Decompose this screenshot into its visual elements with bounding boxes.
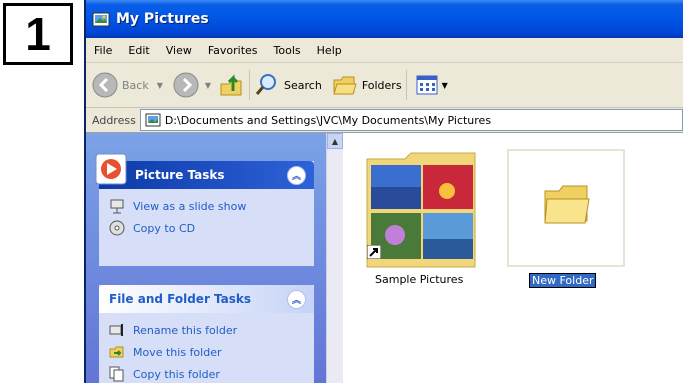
menu-favorites[interactable]: Favorites <box>208 44 258 57</box>
task-copy-label: Copy this folder <box>133 367 220 381</box>
folders-icon <box>332 72 358 98</box>
collapse-chevron-icon[interactable]: ︽ <box>287 166 306 185</box>
views-icon <box>415 74 439 96</box>
collapse-chevron-icon[interactable]: ︽ <box>287 290 306 309</box>
picture-tasks-panel: Picture Tasks ︽ View as a slide show Cop… <box>95 153 314 266</box>
picture-tasks-icon <box>93 151 129 187</box>
task-rename-label: Rename this folder <box>133 323 238 337</box>
folder-label-new-folder[interactable]: New Folder <box>529 273 597 288</box>
menu-edit[interactable]: Edit <box>128 44 149 57</box>
menu-bar: File Edit View Favorites Tools Help <box>86 38 683 63</box>
views-button[interactable]: ▼ <box>415 74 448 96</box>
menu-file[interactable]: File <box>94 44 112 57</box>
back-arrow-icon <box>92 72 118 98</box>
back-dropdown-icon[interactable]: ▼ <box>157 81 163 90</box>
picture-tasks-body: View as a slide show Copy to CD <box>99 189 314 245</box>
file-folder-tasks-title: File and Folder Tasks <box>109 292 252 306</box>
search-button[interactable]: Search <box>254 72 322 98</box>
title-bar[interactable]: My Pictures <box>86 0 683 38</box>
file-folder-tasks-header[interactable]: File and Folder Tasks ︽ <box>99 285 314 313</box>
rename-icon <box>109 322 133 338</box>
window-icon <box>92 11 110 27</box>
address-field[interactable]: D:\Documents and Settings\JVC\My Documen… <box>139 109 683 131</box>
slideshow-icon <box>109 198 133 214</box>
task-copy-folder[interactable]: Copy this folder <box>109 363 304 383</box>
shortcut-arrow-icon <box>367 245 381 259</box>
file-folder-tasks-panel: File and Folder Tasks ︽ Rename this fold… <box>99 285 314 383</box>
file-folder-tasks-body: Rename this folder Move this folder Copy… <box>99 313 314 383</box>
thumbnail-folder-icon <box>365 151 477 269</box>
task-pane: Picture Tasks ︽ View as a slide show Cop… <box>86 133 326 383</box>
task-move-label: Move this folder <box>133 345 222 359</box>
up-folder-button[interactable] <box>219 72 245 98</box>
forward-button[interactable]: ▼ <box>173 72 211 98</box>
step-number: 1 <box>25 8 51 60</box>
menu-tools[interactable]: Tools <box>274 44 301 57</box>
task-slideshow[interactable]: View as a slide show <box>109 195 304 217</box>
search-icon <box>254 72 280 98</box>
address-label: Address <box>92 113 136 127</box>
address-path: D:\Documents and Settings\JVC\My Documen… <box>164 113 492 127</box>
task-pane-scrollbar[interactable]: ▲ <box>326 133 344 383</box>
task-copy-to-cd[interactable]: Copy to CD <box>109 217 304 239</box>
cd-icon <box>109 220 133 236</box>
task-rename-folder[interactable]: Rename this folder <box>109 319 304 341</box>
folder-new-folder[interactable]: New Folder <box>507 147 633 288</box>
move-icon <box>109 344 133 360</box>
forward-arrow-icon <box>173 72 199 98</box>
new-folder-icon <box>543 183 591 225</box>
task-copy-to-cd-label: Copy to CD <box>133 221 196 235</box>
folders-button[interactable]: Folders <box>332 72 402 98</box>
file-view: Sample Pictures New Folder <box>343 133 683 383</box>
toolbar: Back ▼ ▼ Search Folders ▼ <box>86 63 683 108</box>
folders-label: Folders <box>361 78 402 92</box>
step-number-box: 1 <box>3 3 73 65</box>
views-dropdown-icon[interactable]: ▼ <box>442 81 448 90</box>
folder-sample-pictures[interactable]: Sample Pictures <box>365 151 479 286</box>
menu-help[interactable]: Help <box>317 44 342 57</box>
toolbar-separator <box>249 70 251 100</box>
menu-view[interactable]: View <box>166 44 192 57</box>
address-folder-icon <box>145 113 161 127</box>
address-bar: Address D:\Documents and Settings\JVC\My… <box>86 108 683 133</box>
task-move-folder[interactable]: Move this folder <box>109 341 304 363</box>
forward-dropdown-icon[interactable]: ▼ <box>205 81 211 90</box>
toolbar-separator <box>405 70 407 100</box>
explorer-window: My Pictures File Edit View Favorites Too… <box>84 0 683 383</box>
up-folder-icon <box>219 72 245 98</box>
task-slideshow-label: View as a slide show <box>133 199 247 213</box>
picture-tasks-header[interactable]: Picture Tasks ︽ <box>95 153 314 189</box>
window-title: My Pictures <box>116 11 209 27</box>
back-button[interactable]: Back ▼ <box>92 72 163 98</box>
copy-icon <box>109 366 133 382</box>
search-label: Search <box>284 78 322 92</box>
scroll-up-button[interactable]: ▲ <box>327 133 343 149</box>
picture-tasks-title: Picture Tasks <box>135 168 225 182</box>
folder-label-sample-pictures: Sample Pictures <box>375 273 464 286</box>
back-label: Back <box>122 78 149 92</box>
